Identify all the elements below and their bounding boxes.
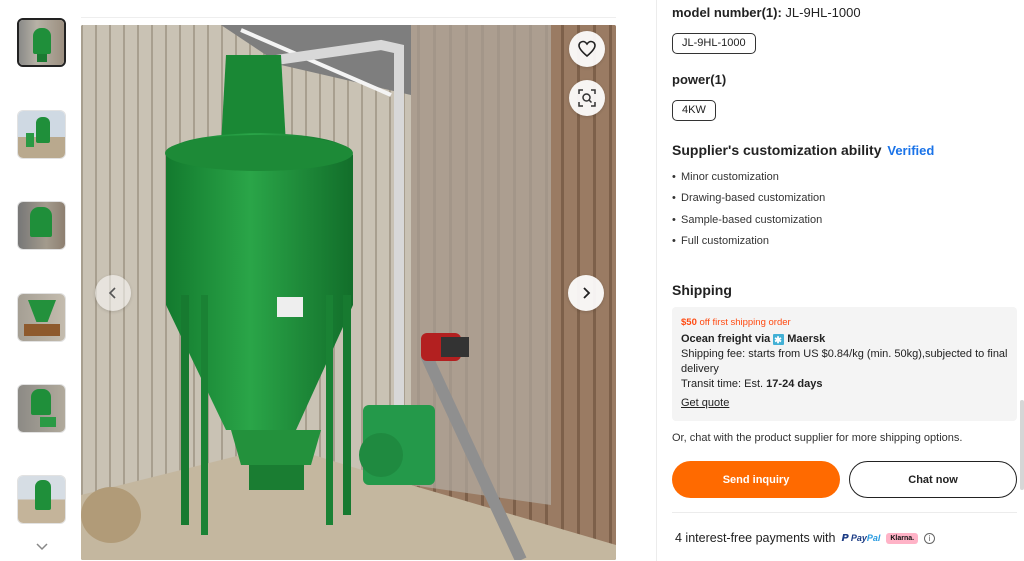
page-scrollbar[interactable] [1020,400,1024,490]
list-item: Drawing-based customization [672,191,825,212]
promo-text: off first shipping order [699,317,791,328]
transit-value: 17-24 days [766,378,823,390]
image-search-button[interactable] [569,80,605,116]
send-inquiry-button[interactable]: Send inquiry [672,461,840,498]
customization-list: Minor customization Drawing-based custom… [672,170,825,255]
power-line: power(1) [672,72,726,87]
shipping-method: Ocean freight via Maersk [681,331,1008,348]
paypal-logo: P Pay Pal [842,533,881,544]
installments-line: 4 interest-free payments with P Pay Pal K… [675,531,936,545]
info-icon[interactable]: i [924,532,936,544]
list-item: Sample-based customization [672,213,825,234]
transit-label: Transit time: Est. [681,378,764,390]
model-option-chip[interactable]: JL-9HL-1000 [672,33,756,54]
next-image-button[interactable] [568,275,604,311]
paypal-pal: Pal [866,533,881,543]
transit-time: Transit time: Est. 17-24 days [681,377,1008,392]
thumbnail-1[interactable] [17,18,66,67]
power-option-chip[interactable]: 4KW [672,100,716,121]
shipping-chat-note: Or, chat with the product supplier for m… [672,432,963,444]
shipping-fee: Shipping fee: starts from US $0.84/kg (m… [681,348,1008,375]
heart-outline-icon [578,40,596,58]
product-photo [81,25,616,560]
customization-title: Supplier's customization ability Verifie… [672,142,934,158]
installments-text: 4 interest-free payments with [675,531,836,545]
shipping-promo: $50 off first shipping order [681,316,1008,329]
paypal-pay: Pay [850,533,867,543]
chevron-right-icon [583,287,591,299]
model-number-label: model number(1): [672,5,782,20]
favorite-button[interactable] [569,31,605,67]
thumbnail-4[interactable] [17,293,66,342]
thumbnail-5[interactable] [17,384,66,433]
model-number-value: JL-9HL-1000 [785,5,861,20]
carrier-name: Maersk [787,333,826,345]
shipping-via-text: Ocean freight via [681,333,771,345]
section-divider [672,512,1017,513]
get-quote-link[interactable]: Get quote [681,396,729,411]
list-item: Minor customization [672,170,825,191]
paypal-icon: P [841,532,849,544]
thumbnail-3[interactable] [17,201,66,250]
image-top-strip [81,0,616,18]
klarna-badge: Klarna. [886,532,919,544]
thumbnail-6[interactable] [17,475,66,524]
panel-divider [656,0,657,561]
model-number-line: model number(1): JL-9HL-1000 [672,5,861,20]
main-product-image[interactable] [81,25,616,560]
chat-now-button[interactable]: Chat now [849,461,1017,498]
previous-image-button[interactable] [95,275,131,311]
image-search-icon [578,89,596,107]
chevron-left-icon [108,287,116,299]
customization-title-text: Supplier's customization ability [672,142,882,158]
power-label: power(1) [672,72,727,87]
maersk-logo-icon [773,332,785,348]
thumbnails-scroll-down-icon[interactable] [34,540,50,554]
thumbnail-2[interactable] [17,110,66,159]
shipping-title: Shipping [672,282,732,298]
verified-badge: Verified [887,143,935,158]
list-item: Full customization [672,234,825,255]
shipping-box: $50 off first shipping order Ocean freig… [672,307,1017,421]
promo-amount: $50 [681,317,697,328]
